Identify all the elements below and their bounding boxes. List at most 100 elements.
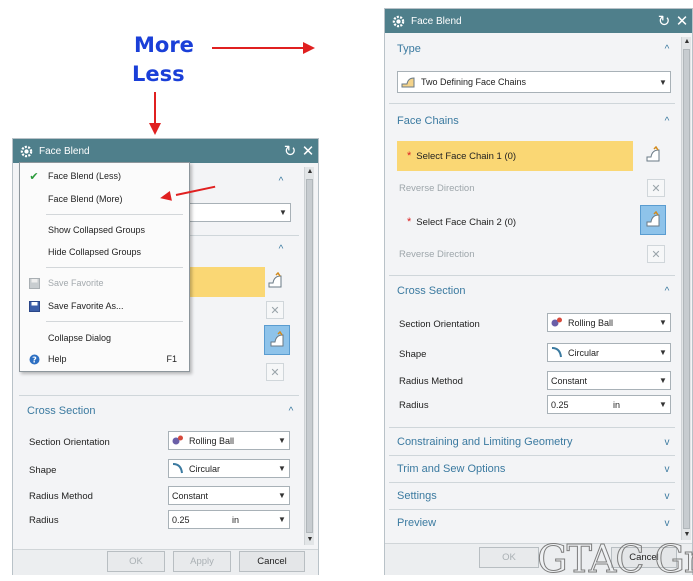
reverse-direction-icon[interactable]: ✕: [266, 301, 284, 319]
menu-separator: [46, 267, 183, 268]
chevron-down-icon: v: [664, 463, 670, 475]
preview-header[interactable]: Preview v: [397, 513, 673, 533]
close-icon[interactable]: ✕: [674, 12, 690, 30]
scroll-up-arrow[interactable]: ▲: [682, 37, 692, 47]
scroll-thumb[interactable]: [683, 49, 690, 529]
face-chains-header[interactable]: Face Chains ^: [397, 111, 673, 131]
gear-icon[interactable]: [391, 14, 405, 28]
arrow-head-down: [149, 123, 161, 135]
arrow-to-more-dialog: [212, 47, 304, 49]
menu-item-help[interactable]: ? Help F1: [20, 350, 189, 368]
select-face-icon-active[interactable]: [640, 205, 666, 235]
select-face-chain-1[interactable]: * Select Face Chain 1 (0): [397, 141, 633, 171]
trim-sew-options-header[interactable]: Trim and Sew Options v: [397, 459, 673, 479]
ok-button[interactable]: OK: [479, 547, 539, 568]
chevron-up-icon: ^: [664, 285, 670, 297]
dropdown-arrow-icon: ▼: [659, 318, 667, 327]
apply-button[interactable]: Apply: [173, 551, 231, 572]
cross-section-header[interactable]: Cross Section ^: [27, 401, 297, 421]
watermark-logo: GTAC Gr: [537, 537, 693, 581]
dropdown-arrow-icon: ▼: [659, 400, 667, 409]
type-select[interactable]: Two Defining Face Chains ▼: [397, 71, 671, 93]
gear-icon[interactable]: [19, 144, 33, 158]
menu-item-show-collapsed-groups[interactable]: Show Collapsed Groups: [20, 221, 189, 239]
dropdown-arrow-icon: ▼: [278, 464, 286, 473]
reset-icon[interactable]: ↻: [656, 12, 672, 30]
dialog-scrollbar[interactable]: ▲ ▼: [681, 37, 691, 540]
radius-method-select[interactable]: Constant ▼: [547, 371, 671, 390]
chevron-up-icon: ^: [278, 175, 284, 187]
reverse-direction-icon[interactable]: ✕: [266, 363, 284, 381]
radius-method-label: Radius Method: [399, 376, 463, 387]
cancel-button[interactable]: Cancel: [239, 551, 305, 572]
radius-label: Radius: [29, 515, 59, 526]
shape-select[interactable]: Circular ▼: [168, 459, 290, 478]
scroll-thumb[interactable]: [306, 179, 313, 533]
svg-text:?: ?: [32, 355, 37, 364]
menu-item-collapse-dialog[interactable]: Collapse Dialog: [20, 329, 189, 347]
reverse-direction-icon[interactable]: ✕: [647, 245, 665, 263]
radius-method-label: Radius Method: [29, 491, 93, 502]
cross-section-header[interactable]: Cross Section ^: [397, 281, 673, 301]
radius-input[interactable]: 0.25 in ▼: [547, 395, 671, 414]
required-star-icon: *: [407, 150, 412, 162]
radius-label: Radius: [399, 400, 429, 411]
reset-icon[interactable]: ↻: [282, 142, 298, 160]
help-icon: ?: [28, 353, 40, 365]
dropdown-arrow-icon: ▼: [659, 348, 667, 357]
scroll-up-arrow[interactable]: ▲: [305, 167, 315, 177]
menu-separator: [46, 321, 183, 322]
section-divider: [389, 427, 675, 428]
radius-input[interactable]: 0.25 in ▼: [168, 510, 290, 529]
chevron-up-icon: ^: [664, 115, 670, 127]
arrow-head-right: [303, 42, 315, 54]
chevron-up-icon: ^: [278, 243, 284, 255]
radius-unit: in: [232, 514, 240, 525]
face-chains-collapse-toggle[interactable]: ^: [275, 239, 297, 259]
constraining-geometry-header[interactable]: Constraining and Limiting Geometry v: [397, 432, 673, 452]
rolling-ball-icon: [172, 434, 186, 448]
select-face-chain-2[interactable]: * Select Face Chain 2 (0): [397, 207, 633, 237]
dialog-title: Face Blend: [411, 15, 462, 27]
select-face-icon[interactable]: [642, 144, 664, 166]
shape-label: Shape: [29, 465, 57, 476]
type-header[interactable]: Type ^: [397, 39, 673, 59]
dialog-titlebar: Face Blend ↻ ✕: [13, 139, 318, 163]
arrow-to-less-dialog: [154, 92, 156, 124]
chevron-down-icon: v: [664, 517, 670, 529]
type-collapse-toggle[interactable]: ^: [275, 171, 297, 191]
required-star-icon: *: [407, 216, 412, 228]
rolling-ball-icon: [551, 316, 565, 330]
section-orientation-select[interactable]: Rolling Ball ▼: [547, 313, 671, 332]
chevron-up-icon: ^: [664, 43, 670, 55]
dropdown-arrow-icon: ▼: [659, 376, 667, 385]
circular-shape-icon: [551, 346, 565, 360]
face-blend-dialog-more: Face Blend ↻ ✕ Type ^ Two Defining Face …: [384, 8, 693, 575]
close-icon[interactable]: ✕: [300, 142, 316, 160]
type-select[interactable]: ▼: [189, 203, 291, 222]
menu-item-save-favorite[interactable]: Save Favorite: [20, 274, 189, 292]
face-chain-1-highlight[interactable]: [185, 267, 265, 297]
menu-item-hide-collapsed-groups[interactable]: Hide Collapsed Groups: [20, 243, 189, 261]
section-orientation-label: Section Orientation: [399, 319, 480, 330]
shape-label: Shape: [399, 349, 427, 360]
dialog-titlebar: Face Blend ↻ ✕: [385, 9, 692, 33]
cross-section-label: Cross Section: [27, 405, 96, 417]
section-divider: [389, 275, 675, 276]
select-face-icon[interactable]: [264, 270, 286, 292]
circular-shape-icon: [172, 462, 186, 476]
ok-button[interactable]: OK: [107, 551, 165, 572]
menu-item-face-blend-less[interactable]: ✔ Face Blend (Less): [20, 167, 189, 185]
menu-item-save-favorite-as[interactable]: Save Favorite As...: [20, 297, 189, 315]
shape-select[interactable]: Circular ▼: [547, 343, 671, 362]
reverse-direction-icon[interactable]: ✕: [647, 179, 665, 197]
scroll-down-arrow[interactable]: ▼: [305, 535, 315, 545]
radius-method-select[interactable]: Constant ▼: [168, 486, 290, 505]
select-face-icon-active[interactable]: [264, 325, 290, 355]
section-orientation-select[interactable]: Rolling Ball ▼: [168, 431, 290, 450]
section-divider: [389, 455, 675, 456]
chevron-down-icon: v: [664, 436, 670, 448]
settings-header[interactable]: Settings v: [397, 486, 673, 506]
dropdown-arrow-icon: ▼: [278, 436, 286, 445]
dialog-scrollbar[interactable]: ▲ ▼: [304, 167, 314, 545]
